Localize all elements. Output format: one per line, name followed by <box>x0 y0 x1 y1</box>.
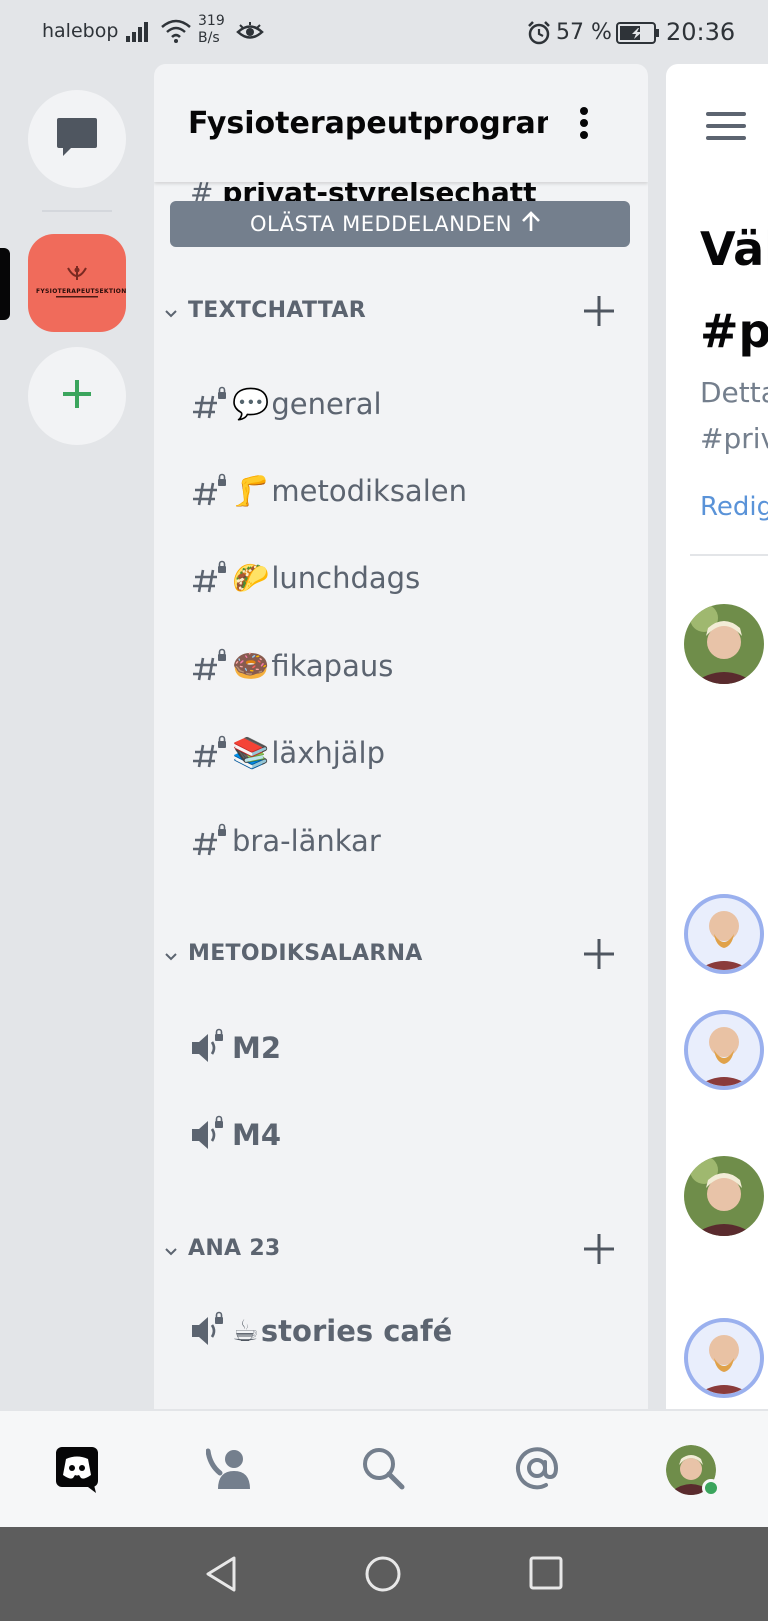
channel-item-bra-lankar[interactable]: bra-länkar <box>190 813 610 869</box>
battery-icon <box>616 22 660 48</box>
locked-text-channel-icon <box>190 471 232 511</box>
category-ana-23[interactable]: ANA 23 <box>164 1230 634 1270</box>
locked-voice-channel-icon <box>190 1311 232 1351</box>
chat-panel[interactable]: Väl #pr Detta #priv Redig <box>666 64 768 1409</box>
online-status-indicator <box>702 1479 720 1497</box>
locked-text-channel-icon <box>190 384 232 424</box>
locked-voice-channel-icon <box>190 1115 232 1155</box>
leg-icon: 🦵 <box>232 473 270 509</box>
speech-balloon-icon: 💬 <box>232 386 270 422</box>
status-bar: halebop 319 B/s 57 % 20:36 <box>0 0 768 64</box>
server-header[interactable]: Fysioterapeutprogram... <box>154 64 648 182</box>
android-navigation-bar <box>0 1527 768 1621</box>
locked-text-channel-icon <box>190 646 232 686</box>
hamburger-menu-icon[interactable] <box>706 112 746 148</box>
alarm-icon <box>526 20 552 50</box>
taco-icon: 🌮 <box>232 560 270 596</box>
books-icon: 📚 <box>232 735 270 771</box>
avatar[interactable] <box>684 604 764 684</box>
channel-item-general[interactable]: 💬 general <box>190 376 610 432</box>
channel-item-lunchdags[interactable]: 🌮 lunchdags <box>190 550 610 606</box>
avatar[interactable] <box>684 894 764 974</box>
locked-voice-channel-icon <box>190 1028 232 1068</box>
doughnut-icon: 🍩 <box>232 648 270 684</box>
add-channel-icon[interactable] <box>582 937 616 975</box>
server-logo-text: FYSIOTERAPEUTSEKTIONEN <box>36 288 126 295</box>
back-icon[interactable] <box>204 1555 238 1597</box>
welcome-channel: #pr <box>700 304 768 358</box>
friends-icon[interactable] <box>205 1445 256 1495</box>
bottom-tab-bar <box>0 1409 768 1527</box>
avatar[interactable] <box>684 1318 764 1398</box>
chevron-down-icon <box>164 1242 178 1261</box>
eye-comfort-icon <box>236 21 264 47</box>
chat-bubble-icon <box>55 116 99 162</box>
locked-text-channel-icon <box>190 733 232 773</box>
server-logo-emblem <box>64 264 90 290</box>
carrier-label: halebop <box>42 20 119 42</box>
mentions-icon[interactable] <box>514 1445 564 1495</box>
battery-percent: 57 % <box>556 20 612 45</box>
home-icon[interactable] <box>364 1555 402 1597</box>
voice-channel-stories-cafe[interactable]: ☕ stories café <box>190 1303 610 1359</box>
network-speed: 319 B/s <box>198 13 225 46</box>
unread-messages-banner[interactable]: OLÄSTA MEDDELANDEN <box>170 201 630 247</box>
profile-avatar[interactable] <box>666 1445 720 1497</box>
welcome-description-channel: #priv <box>700 422 768 455</box>
coffee-icon: ☕ <box>232 1313 259 1349</box>
discord-home-icon[interactable] <box>54 1445 104 1495</box>
clock: 20:36 <box>666 18 736 46</box>
edit-channel-link[interactable]: Redig <box>700 492 768 522</box>
channel-item-metodiksalen[interactable]: 🦵 metodiksalen <box>190 463 610 519</box>
category-metodiksalarna[interactable]: METODIKSALARNA <box>164 935 634 975</box>
channel-item-laxhjalp[interactable]: 📚 läxhjälp <box>190 725 610 781</box>
wifi-icon <box>160 18 192 48</box>
locked-text-channel-icon <box>190 821 232 861</box>
chevron-down-icon <box>164 947 178 966</box>
channel-list-panel: Fysioterapeutprogram... # privat-styrels… <box>154 64 648 1409</box>
direct-messages-button[interactable] <box>28 90 126 188</box>
chevron-down-icon <box>164 304 178 323</box>
selected-server-indicator <box>0 248 10 320</box>
signal-icon <box>126 20 152 46</box>
rail-separator <box>42 210 112 212</box>
server-name: Fysioterapeutprogram... <box>188 106 548 141</box>
server-icon-fysioterapeutsektionen[interactable]: FYSIOTERAPEUTSEKTIONEN <box>28 234 126 332</box>
voice-channel-m4[interactable]: M4 <box>190 1107 610 1163</box>
add-channel-icon[interactable] <box>582 1232 616 1270</box>
voice-channel-m2[interactable]: M2 <box>190 1020 610 1076</box>
add-channel-icon[interactable] <box>582 294 616 332</box>
category-textchattar[interactable]: TEXTCHATTAR <box>164 292 634 332</box>
add-server-button[interactable] <box>28 347 126 445</box>
arrow-up-icon <box>520 210 542 238</box>
plus-icon <box>60 377 94 415</box>
more-options-icon[interactable] <box>574 104 594 144</box>
avatar[interactable] <box>684 1010 764 1090</box>
search-icon[interactable] <box>360 1445 410 1495</box>
locked-text-channel-icon <box>190 558 232 598</box>
avatar[interactable] <box>684 1156 764 1236</box>
server-logo-underline <box>56 296 98 298</box>
server-rail: FYSIOTERAPEUTSEKTIONEN <box>0 64 152 1409</box>
recents-icon[interactable] <box>528 1555 564 1595</box>
chat-divider <box>690 554 768 556</box>
channel-item-fikapaus[interactable]: 🍩 fikapaus <box>190 638 610 694</box>
welcome-description: Detta <box>700 376 768 409</box>
welcome-title: Väl <box>700 222 768 276</box>
